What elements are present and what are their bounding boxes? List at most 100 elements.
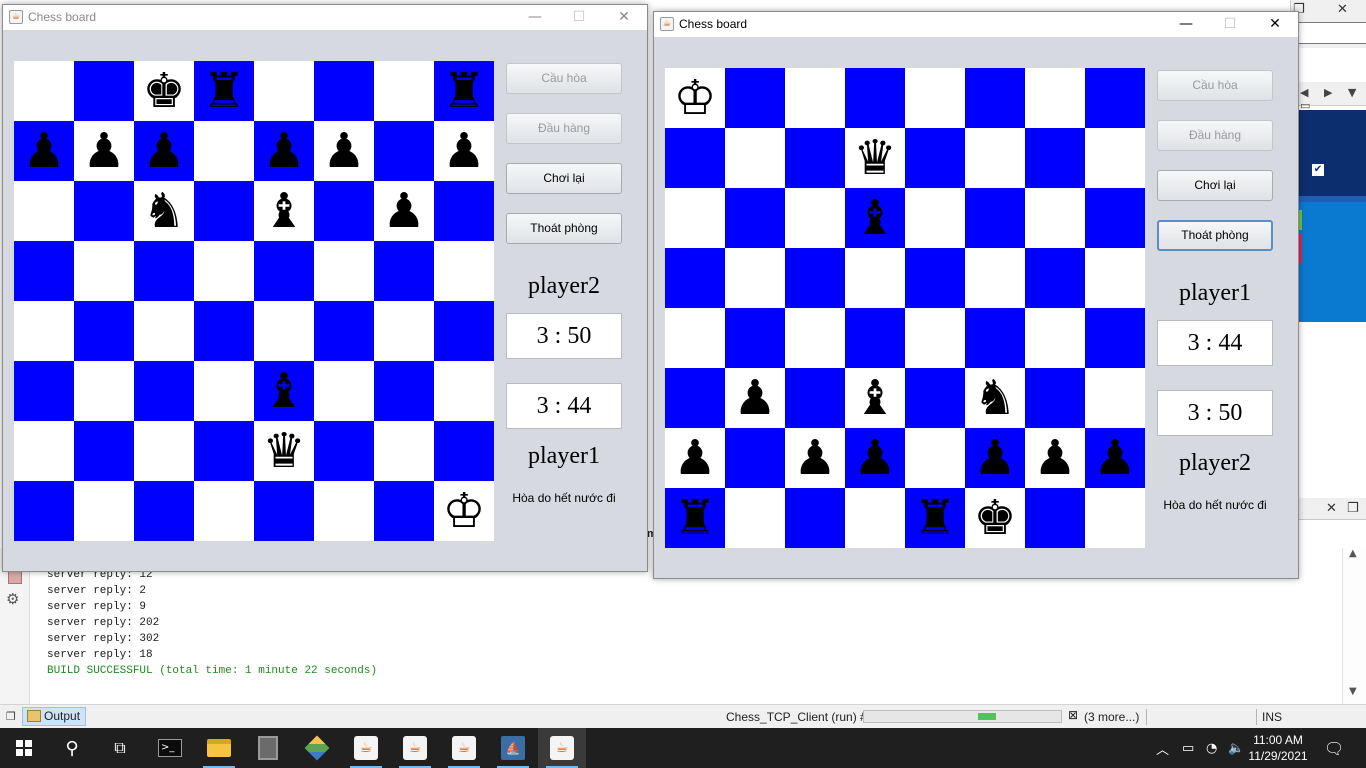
start-button[interactable] [0,728,48,768]
board-square[interactable] [374,61,434,121]
volume-icon[interactable]: 🔈 [1228,728,1244,768]
chess-piece-icon[interactable]: ♟ [853,434,896,482]
board-square[interactable] [725,488,785,548]
window-titlebar[interactable]: ☕ Chess board — ☐ ✕ [654,12,1298,37]
board-square[interactable] [1025,488,1085,548]
checkbox-icon[interactable]: ✔ [1312,164,1324,176]
board-square[interactable] [1025,68,1085,128]
board-square[interactable] [725,68,785,128]
board-square-piece[interactable]: ♟ [134,121,194,181]
chess-piece-icon[interactable]: ♜ [673,494,716,542]
chess-piece-icon[interactable]: ♛ [853,134,896,182]
board-square[interactable] [434,301,494,361]
board-square[interactable] [965,128,1025,188]
leave-room-button[interactable]: Thoát phòng [1157,220,1273,251]
board-square[interactable] [194,121,254,181]
board-square[interactable] [314,301,374,361]
chess-piece-icon[interactable]: ♚ [973,494,1016,542]
board-square[interactable] [785,188,845,248]
board-square[interactable] [314,241,374,301]
board-square-piece[interactable]: ♞ [134,181,194,241]
board-square-piece[interactable]: ♟ [845,428,905,488]
board-square[interactable] [905,188,965,248]
chess-piece-icon[interactable]: ♝ [262,187,305,235]
task-view-button[interactable]: ⧉ [96,728,144,768]
board-square[interactable] [725,248,785,308]
board-square[interactable] [965,308,1025,368]
window-titlebar[interactable]: ☕ Chess board — ☐ ✕ [3,5,647,30]
board-square-piece[interactable]: ♟ [374,181,434,241]
board-square[interactable] [1025,248,1085,308]
search-button[interactable]: ⚲ [48,728,96,768]
board-square[interactable] [374,421,434,481]
board-square[interactable] [1085,128,1145,188]
board-square[interactable] [374,361,434,421]
taskbar-java-2[interactable]: ☕ [391,728,439,768]
leave-room-button[interactable]: Thoát phòng [506,213,622,244]
board-square-piece[interactable]: ♟ [785,428,845,488]
chess-piece-icon[interactable]: ♟ [262,127,305,175]
board-square-piece[interactable]: ♜ [194,61,254,121]
board-square[interactable] [1085,368,1145,428]
board-square[interactable] [905,128,965,188]
close-button[interactable]: ✕ [601,5,647,30]
board-square[interactable] [434,181,494,241]
board-square-piece[interactable]: ♟ [725,368,785,428]
chess-piece-icon[interactable]: ♟ [382,187,425,235]
system-clock[interactable]: 11:00 AM 11/29/2021 [1248,732,1308,764]
chess-piece-icon[interactable]: ♜ [913,494,956,542]
board-square[interactable] [1025,188,1085,248]
taskbar-file-explorer[interactable] [195,728,243,768]
board-square-piece[interactable]: ♟ [1085,428,1145,488]
board-square[interactable] [665,248,725,308]
board-square[interactable] [785,128,845,188]
board-square[interactable] [1085,188,1145,248]
taskbar-virtualbox[interactable] [293,728,341,768]
board-square[interactable] [134,481,194,541]
board-square[interactable] [785,68,845,128]
chess-piece-icon[interactable]: ♞ [142,187,185,235]
board-square[interactable] [905,368,965,428]
chess-piece-icon[interactable]: ♔ [442,487,485,535]
board-square[interactable] [785,248,845,308]
board-square-piece[interactable]: ♟ [965,428,1025,488]
chess-board[interactable]: ♔ ♛ ♝ ♟ ♝ ♞ ♟ ♟ ♟ ♟ ♟ ♟ ♜ ♜ ♚ [665,68,1145,548]
chess-piece-icon[interactable]: ♟ [82,127,125,175]
notifications-icon[interactable]: 🗨 [1324,728,1344,768]
board-square-piece[interactable]: ♜ [665,488,725,548]
output-tab[interactable]: Output [22,707,86,726]
board-square[interactable] [74,421,134,481]
resign-button[interactable]: Đầu hàng [506,113,622,144]
board-square[interactable] [965,248,1025,308]
stop-task-icon[interactable]: ⊠ [1068,708,1078,722]
board-square[interactable] [434,361,494,421]
more-tasks-link[interactable]: (3 more...) [1084,710,1139,724]
board-square[interactable] [665,308,725,368]
board-square[interactable] [725,188,785,248]
board-square[interactable] [194,241,254,301]
ide-search-field[interactable] [1295,22,1366,44]
board-square[interactable] [134,421,194,481]
board-square-piece[interactable]: ♔ [434,481,494,541]
board-square[interactable] [1085,248,1145,308]
board-square[interactable] [134,301,194,361]
board-square[interactable] [434,421,494,481]
board-square[interactable] [254,481,314,541]
board-square-piece[interactable]: ♛ [254,421,314,481]
chess-piece-icon[interactable]: ♔ [673,74,716,122]
board-square[interactable] [374,121,434,181]
board-square-piece[interactable]: ♝ [845,368,905,428]
board-square-piece[interactable]: ♟ [254,121,314,181]
board-square[interactable] [74,361,134,421]
board-square[interactable] [314,481,374,541]
scroll-up-icon[interactable]: ▲ [1349,548,1357,559]
board-square[interactable] [1085,308,1145,368]
board-square-piece[interactable]: ♟ [14,121,74,181]
board-square-piece[interactable]: ♝ [845,188,905,248]
board-square[interactable] [74,181,134,241]
taskbar-java-3[interactable]: ☕ [440,728,488,768]
scroll-down-icon[interactable]: ▼ [1349,686,1357,697]
chess-piece-icon[interactable]: ♟ [793,434,836,482]
chess-piece-icon[interactable]: ♟ [1033,434,1076,482]
board-square[interactable] [905,428,965,488]
